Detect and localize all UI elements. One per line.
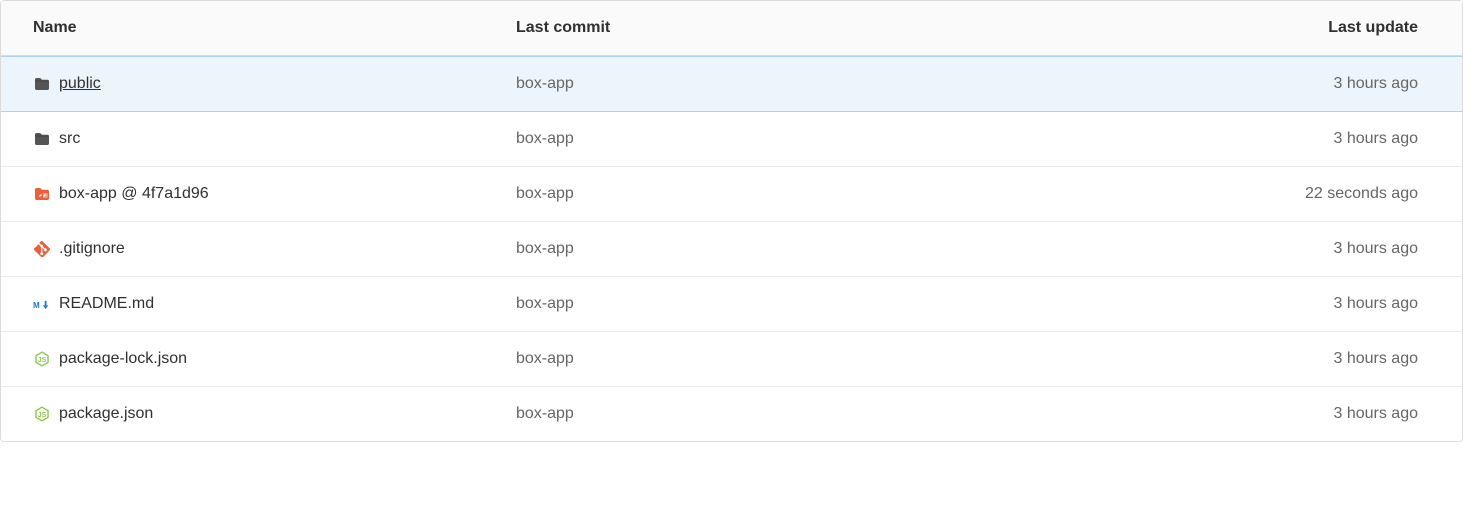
file-name-link[interactable]: package.json: [59, 405, 153, 423]
cell-commit: box-app: [506, 222, 1182, 276]
folder-icon: [33, 130, 51, 148]
cell-update: 3 hours ago: [1182, 277, 1462, 331]
svg-text:M: M: [33, 301, 40, 310]
cell-update: 3 hours ago: [1182, 332, 1462, 386]
table-row[interactable]: src box-app 3 hours ago: [1, 112, 1462, 167]
table-row[interactable]: JS package-lock.json box-app 3 hours ago: [1, 332, 1462, 387]
nodejs-icon: JS: [33, 350, 51, 368]
file-name-link[interactable]: README.md: [59, 295, 154, 313]
file-name-link[interactable]: box-app @ 4f7a1d96: [59, 185, 209, 203]
table-row[interactable]: public box-app 3 hours ago: [1, 56, 1462, 112]
commit-link[interactable]: box-app: [516, 295, 574, 312]
header-last-update: Last update: [1182, 1, 1462, 55]
cell-commit: box-app: [506, 332, 1182, 386]
svg-text:JS: JS: [38, 412, 47, 419]
file-name-link[interactable]: .gitignore: [59, 240, 125, 258]
file-table: Name Last commit Last update public box-…: [0, 0, 1463, 442]
cell-update: 3 hours ago: [1182, 387, 1462, 441]
markdown-icon: M: [33, 295, 51, 313]
cell-update: 22 seconds ago: [1182, 167, 1462, 221]
cell-name: M README.md: [1, 277, 506, 331]
commit-link[interactable]: box-app: [516, 240, 574, 257]
cell-name: JS package.json: [1, 387, 506, 441]
cell-name: box-app @ 4f7a1d96: [1, 167, 506, 221]
table-row[interactable]: .gitignore box-app 3 hours ago: [1, 222, 1462, 277]
table-header: Name Last commit Last update: [1, 0, 1462, 56]
cell-update: 3 hours ago: [1182, 112, 1462, 166]
svg-text:JS: JS: [38, 357, 47, 364]
submodule-hash: 4f7a1d96: [142, 185, 209, 202]
table-row[interactable]: JS package.json box-app 3 hours ago: [1, 387, 1462, 441]
header-name: Name: [1, 1, 506, 55]
submodule-name: box-app @: [59, 185, 142, 202]
cell-commit: box-app: [506, 112, 1182, 166]
cell-commit: box-app: [506, 57, 1182, 111]
commit-link[interactable]: box-app: [516, 405, 574, 422]
file-name-link[interactable]: src: [59, 130, 80, 148]
header-last-commit: Last commit: [506, 1, 1182, 55]
cell-commit: box-app: [506, 167, 1182, 221]
cell-commit: box-app: [506, 277, 1182, 331]
git-icon: [33, 240, 51, 258]
file-name-link[interactable]: package-lock.json: [59, 350, 187, 368]
nodejs-icon: JS: [33, 405, 51, 423]
table-row[interactable]: box-app @ 4f7a1d96 box-app 22 seconds ag…: [1, 167, 1462, 222]
folder-icon: [33, 75, 51, 93]
commit-link[interactable]: box-app: [516, 130, 574, 147]
cell-update: 3 hours ago: [1182, 222, 1462, 276]
commit-link[interactable]: box-app: [516, 185, 574, 202]
commit-link[interactable]: box-app: [516, 75, 574, 92]
cell-name: JS package-lock.json: [1, 332, 506, 386]
cell-name: public: [1, 57, 506, 111]
commit-link[interactable]: box-app: [516, 350, 574, 367]
submodule-folder-icon: [33, 185, 51, 203]
cell-name: .gitignore: [1, 222, 506, 276]
cell-name: src: [1, 112, 506, 166]
cell-update: 3 hours ago: [1182, 57, 1462, 111]
cell-commit: box-app: [506, 387, 1182, 441]
table-row[interactable]: M README.md box-app 3 hours ago: [1, 277, 1462, 332]
file-name-link[interactable]: public: [59, 75, 101, 93]
